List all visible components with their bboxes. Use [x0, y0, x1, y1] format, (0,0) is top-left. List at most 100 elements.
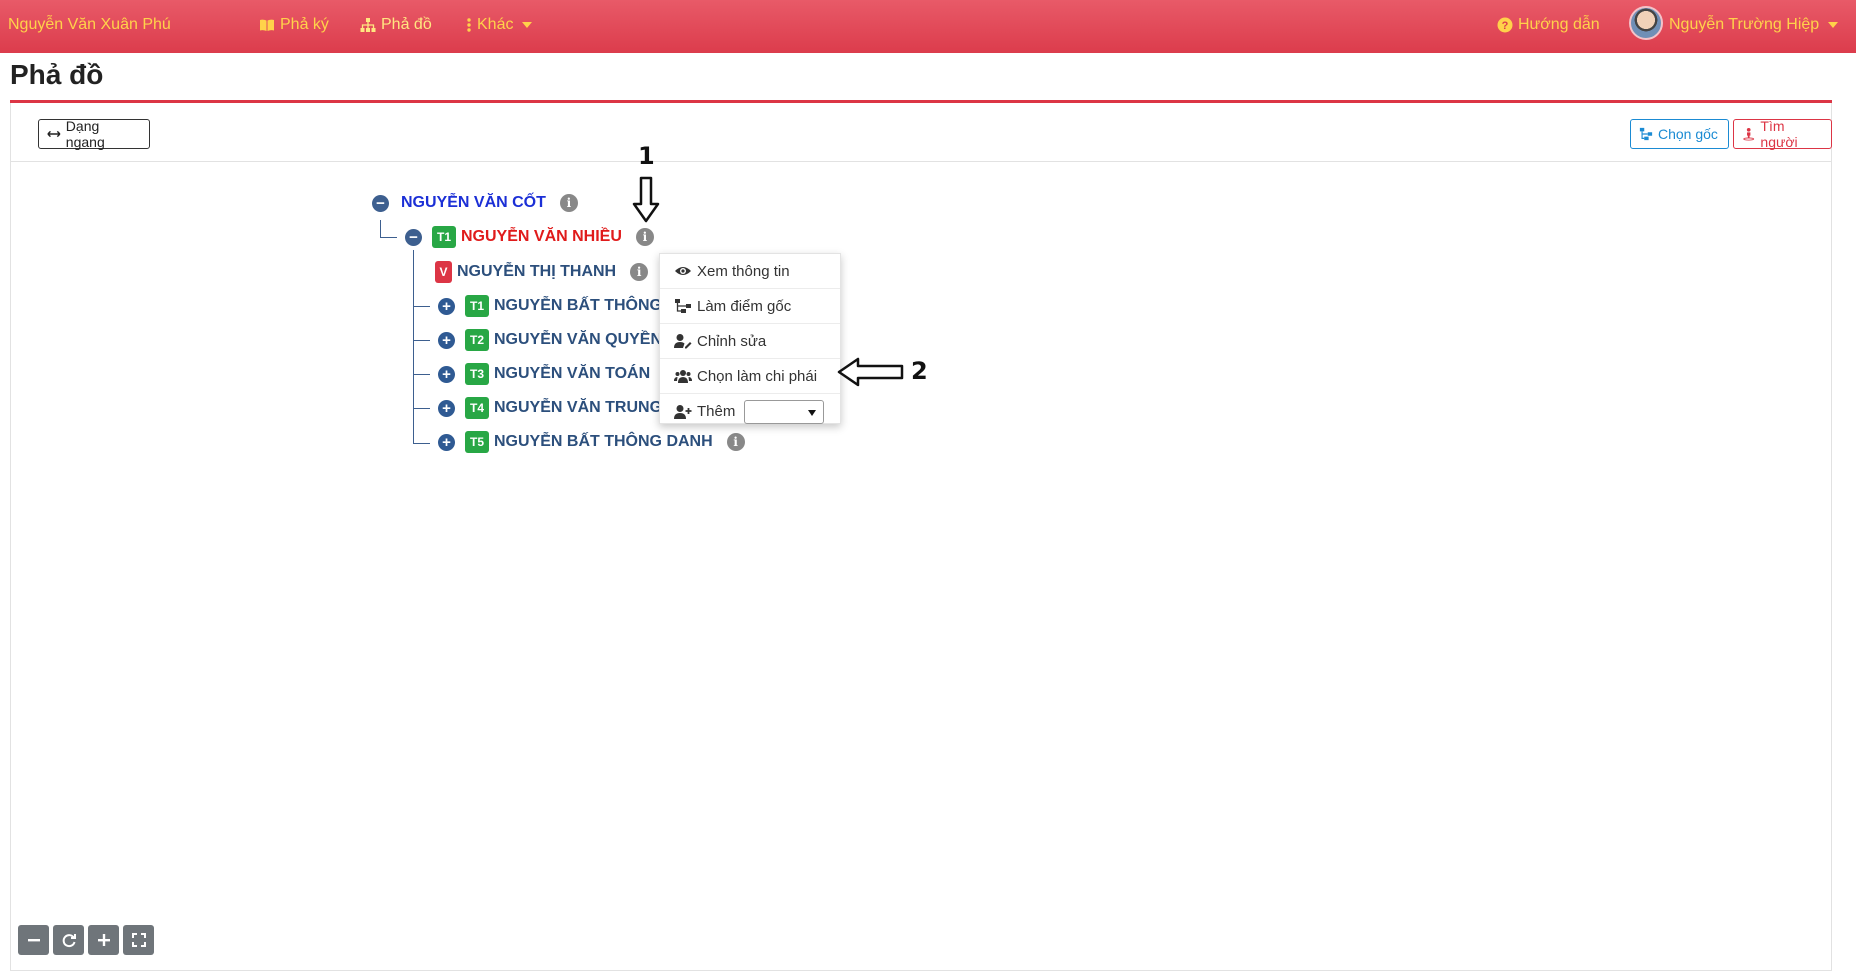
vertical-dots-icon [467, 18, 471, 32]
annotation-number-1: 1 [638, 142, 655, 170]
menu-item-label: Chọn làm chi phái [697, 367, 818, 385]
zoom-out-button[interactable] [18, 925, 49, 955]
find-person-label: Tìm người [1760, 118, 1798, 150]
eye-icon [675, 267, 691, 275]
expand-icon [131, 933, 146, 947]
help-link[interactable]: ? Hướng dẫn [1497, 16, 1600, 34]
info-icon[interactable]: i [559, 194, 578, 212]
horizontal-layout-label: Dạng ngang [65, 118, 105, 150]
collapse-toggle[interactable]: − [372, 194, 389, 212]
tree-connector [413, 408, 430, 409]
user-menu-dropdown[interactable]: Nguyễn Trường Hiệp [1669, 16, 1839, 34]
tree-node-child: + T2 NGUYỄN VĂN QUYỀN [438, 328, 662, 352]
annotation-arrow-left-icon [837, 357, 904, 387]
tree-node-selected: − T1 NGUYỄN VĂN NHIỀU i [405, 225, 654, 249]
minus-icon [27, 939, 40, 942]
tree-node-child: + T1 NGUYỄN BẤT THÔNG [438, 294, 662, 318]
expand-toggle[interactable]: + [438, 433, 455, 451]
person-name[interactable]: NGUYỄN VĂN TRUNG [494, 399, 662, 417]
nav-pha-do[interactable]: Phả đồ [360, 16, 432, 34]
tree-node-spouse: V NGUYỄN THỊ THANH i [435, 260, 649, 284]
info-icon[interactable]: i [630, 263, 649, 281]
spouse-badge: V [435, 261, 452, 283]
reset-view-button[interactable] [53, 925, 84, 955]
person-name[interactable]: NGUYỄN VĂN NHIỀU [461, 228, 622, 246]
nav-khac-label: Khác [477, 16, 514, 33]
person-context-menu: Xem thông tin Làm điểm gốc Chỉnh sửa Chọ… [659, 253, 841, 424]
person-name[interactable]: NGUYỄN VĂN QUYỀN [494, 331, 662, 349]
birth-order-badge: T2 [465, 329, 489, 351]
birth-order-badge: T1 [465, 295, 489, 317]
user-name: Nguyễn Trường Hiệp [1669, 16, 1820, 33]
person-name[interactable]: NGUYỄN BẤT THÔNG [494, 297, 662, 315]
tree-node-child: + T4 NGUYỄN VĂN TRUNG [438, 396, 662, 420]
expand-toggle[interactable]: + [438, 399, 455, 417]
toolbar-divider [10, 161, 1832, 162]
find-person-button[interactable]: Tìm người [1733, 118, 1832, 150]
arrows-horizontal-icon [47, 130, 61, 138]
add-relation-select[interactable] [744, 399, 825, 424]
menu-item-add: Thêm [660, 394, 840, 429]
page-title: Phả đồ [10, 59, 104, 90]
sitemap-icon [675, 299, 691, 313]
book-icon [260, 19, 274, 31]
tree-connector [413, 340, 430, 341]
plus-icon [97, 934, 110, 946]
nav-khac-dropdown[interactable]: Khác [466, 16, 533, 34]
birth-order-badge: T5 [465, 431, 489, 453]
tree-connector [413, 306, 430, 307]
person-name[interactable]: NGUYỄN BẤT THÔNG DANH [494, 433, 713, 451]
tree-node-child: + T5 NGUYỄN BẤT THÔNG DANH i [438, 430, 745, 454]
tree-connector [413, 250, 414, 443]
birth-order-badge: T3 [465, 363, 489, 385]
user-edit-icon [674, 334, 692, 349]
person-name[interactable]: NGUYỄN THỊ THANH [457, 263, 616, 281]
family-tree-panel [10, 103, 1832, 971]
menu-item-edit[interactable]: Chỉnh sửa [660, 324, 840, 359]
nav-pha-do-label: Phả đồ [381, 16, 432, 33]
sitemap-icon [1639, 127, 1653, 141]
nav-pha-ky-label: Phả ký [280, 16, 329, 33]
birth-order-badge: T4 [465, 397, 489, 419]
tree-node-child: + T3 NGUYỄN VĂN TOÁN [438, 362, 650, 386]
annotation-arrow-down-icon [632, 176, 660, 223]
menu-item-make-root[interactable]: Làm điểm gốc [660, 289, 840, 324]
tree-connector [380, 237, 397, 238]
menu-item-label: Thêm [697, 403, 736, 420]
svg-text:?: ? [1502, 20, 1509, 32]
zoom-in-button[interactable] [88, 925, 119, 955]
users-icon [674, 370, 692, 383]
chevron-down-icon [522, 22, 533, 28]
help-label: Hướng dẫn [1518, 16, 1600, 33]
user-plus-icon [674, 404, 692, 419]
expand-toggle[interactable]: + [438, 365, 455, 383]
info-icon[interactable]: i [726, 433, 745, 451]
choose-root-button[interactable]: Chọn gốc [1630, 119, 1729, 149]
horizontal-layout-button[interactable]: Dạng ngang [38, 118, 150, 150]
tree-node-root: − NGUYỄN VĂN CỐT i [372, 191, 578, 215]
refresh-icon [62, 934, 76, 948]
brand-link[interactable]: Nguyễn Văn Xuân Phú [8, 16, 171, 34]
annotation-number-2: 2 [911, 357, 928, 385]
person-name[interactable]: NGUYỄN VĂN TOÁN [494, 365, 650, 383]
tree-connector [380, 220, 381, 237]
person-pin-icon [1743, 127, 1755, 141]
tree-connector [413, 443, 430, 444]
collapse-toggle[interactable]: − [405, 228, 422, 246]
fullscreen-button[interactable] [123, 925, 154, 955]
top-navbar: Nguyễn Văn Xuân Phú Phả ký Phả đồ Khác ?… [0, 0, 1856, 53]
chevron-down-icon [1828, 22, 1839, 28]
info-icon[interactable]: i [635, 228, 654, 246]
person-name[interactable]: NGUYỄN VĂN CỐT [401, 194, 546, 212]
expand-toggle[interactable]: + [438, 331, 455, 349]
menu-item-view-info[interactable]: Xem thông tin [660, 254, 840, 289]
menu-item-choose-branch[interactable]: Chọn làm chi phái [660, 359, 840, 394]
menu-item-label: Làm điểm gốc [697, 297, 792, 315]
user-avatar[interactable] [1629, 6, 1663, 40]
menu-item-label: Chỉnh sửa [697, 332, 767, 350]
nav-pha-ky[interactable]: Phả ký [259, 16, 329, 34]
expand-toggle[interactable]: + [438, 297, 455, 315]
menu-item-label: Xem thông tin [697, 262, 790, 280]
tree-connector [413, 374, 430, 375]
choose-root-label: Chọn gốc [1658, 126, 1718, 142]
